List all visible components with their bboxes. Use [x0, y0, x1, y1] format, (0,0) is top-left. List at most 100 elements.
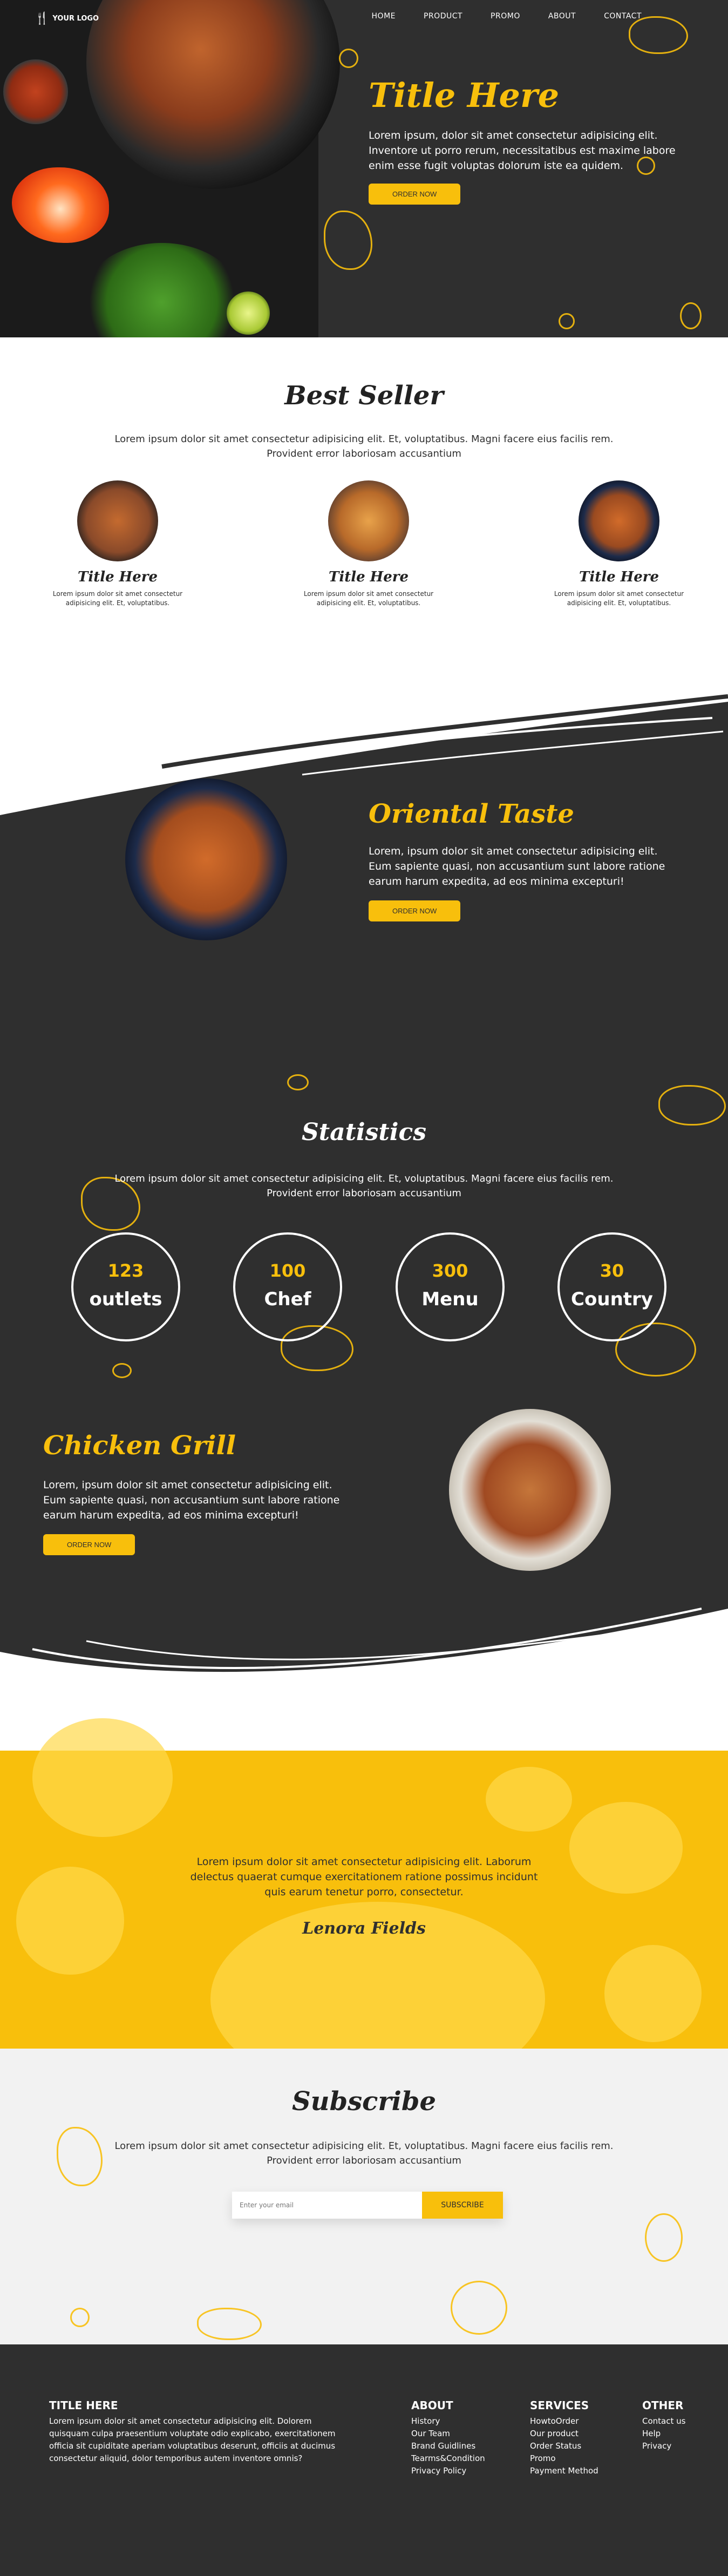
nav-promo[interactable]: PROMO: [491, 12, 520, 21]
chicken-grill-image: [449, 1409, 611, 1571]
footer-column-title: SERVICES: [530, 2399, 589, 2412]
footer-about-text: Lorem ipsum dolor sit amet consectetur a…: [49, 2416, 336, 2463]
stat-value: 100: [269, 1260, 306, 1281]
subscribe-button[interactable]: SUBSCRIBE: [422, 2192, 503, 2219]
onion-doodle-icon: [680, 302, 702, 329]
nav-contact[interactable]: CONTACT: [604, 12, 642, 21]
product-title: Title Here: [328, 569, 409, 585]
footer-link[interactable]: Brand Guidlines: [411, 2440, 485, 2452]
hero-food-image: [0, 0, 340, 337]
wok-noodles-image: [86, 0, 340, 189]
onion-doodle-icon: [645, 2213, 683, 2262]
best-seller-subtitle: Lorem ipsum dolor sit amet consectetur a…: [114, 433, 614, 459]
footer-column-services: SERVICES HowtoOrder Our product Order St…: [530, 2399, 598, 2477]
footer-column-other: OTHER Contact us Help Privacy: [642, 2399, 685, 2452]
stat-value: 123: [107, 1260, 144, 1281]
testimonial-text: Lorem ipsum dolor sit amet consectetur a…: [190, 1856, 538, 1898]
spice-bowl-image: [3, 59, 68, 124]
logo[interactable]: 🍴 YOUR LOGO: [35, 12, 99, 25]
food-decoration: [569, 1802, 683, 1894]
product-text: Lorem ipsum dolor sit amet consectetur a…: [52, 590, 183, 607]
oriental-description: Lorem, ipsum dolor sit amet consectetur …: [369, 845, 665, 887]
footer-link[interactable]: Privacy: [642, 2440, 685, 2452]
product-text: Lorem ipsum dolor sit amet consectetur a…: [303, 590, 434, 607]
email-input[interactable]: [232, 2192, 422, 2219]
footer-link[interactable]: Payment Method: [530, 2465, 598, 2477]
doodle-icon: [559, 313, 575, 329]
food-decoration: [486, 1767, 572, 1832]
food-decoration: [604, 1945, 702, 2042]
subscribe-subtitle: Lorem ipsum dolor sit amet consectetur a…: [114, 2140, 614, 2166]
stat-label: Menu: [421, 1289, 479, 1310]
herbs-image: [81, 243, 243, 337]
testimonial-section: [0, 1718, 728, 2096]
page: 🍴 YOUR LOGO HOME PRODUCT PROMO ABOUT CON…: [0, 0, 728, 2576]
best-seller-title: Best Seller: [284, 381, 444, 411]
oriental-dish-image: [125, 778, 287, 940]
chicken-order-button[interactable]: ORDER NOW: [43, 1534, 135, 1555]
stat-chef: 100 Chef: [233, 1232, 342, 1341]
footer-column-title: ABOUT: [411, 2399, 453, 2412]
hero-order-button[interactable]: ORDER NOW: [369, 184, 461, 205]
footer-column-title: OTHER: [642, 2399, 684, 2412]
best-seller-section: Best Seller Lorem ipsum dolor sit amet c…: [0, 337, 728, 726]
pepper-doodle-icon: [629, 16, 688, 54]
main-nav: HOME PRODUCT PROMO ABOUT CONTACT: [372, 12, 642, 21]
chicken-description: Lorem, ipsum dolor sit amet consectetur …: [43, 1479, 340, 1521]
brush-stroke-top: [0, 680, 728, 815]
subscribe-title: Subscribe: [292, 2086, 436, 2117]
product-title: Title Here: [77, 569, 158, 585]
nav-home[interactable]: HOME: [372, 12, 396, 21]
product-image: [328, 480, 409, 561]
hero-title: Title Here: [369, 76, 560, 115]
chicken-title: Chicken Grill: [43, 1431, 236, 1461]
nav-product[interactable]: PRODUCT: [424, 12, 462, 21]
doodle-icon: [339, 49, 358, 68]
footer-link[interactable]: History: [411, 2415, 485, 2428]
lime-image: [227, 292, 270, 335]
stat-value: 300: [432, 1260, 468, 1281]
product-card[interactable]: Title Here Lorem ipsum dolor sit amet co…: [549, 480, 689, 608]
bell-pepper-image: [12, 167, 109, 243]
nav-about[interactable]: ABOUT: [548, 12, 576, 21]
doodle-icon: [287, 1074, 309, 1090]
stat-label: Chef: [264, 1289, 311, 1310]
logo-text: YOUR LOGO: [52, 15, 99, 23]
product-image: [579, 480, 659, 561]
footer-link[interactable]: Help: [642, 2428, 685, 2440]
stat-label: outlets: [89, 1289, 162, 1310]
footer-about-title: TITLE HERE: [49, 2399, 118, 2412]
stat-outlets: 123 outlets: [71, 1232, 180, 1341]
footer-link[interactable]: Our Team: [411, 2428, 485, 2440]
statistics-title: Statistics: [301, 1118, 427, 1146]
oriental-title: Oriental Taste: [369, 799, 574, 829]
utensils-icon: 🍴: [35, 12, 50, 25]
testimonial-name: Lenora Fields: [302, 1919, 426, 1938]
pepper-doodle-icon: [197, 2308, 262, 2340]
footer-about: TITLE HERE Lorem ipsum dolor sit amet co…: [49, 2399, 351, 2465]
hero-section: 🍴 YOUR LOGO HOME PRODUCT PROMO ABOUT CON…: [0, 0, 728, 337]
oriental-order-button[interactable]: ORDER NOW: [369, 900, 461, 921]
doodle-icon: [637, 157, 655, 175]
product-title: Title Here: [579, 569, 659, 585]
stat-menu: 300 Menu: [396, 1232, 505, 1341]
pizza-doodle-icon: [451, 2281, 507, 2335]
product-card[interactable]: Title Here Lorem ipsum dolor sit amet co…: [47, 480, 188, 608]
product-image: [77, 480, 158, 561]
product-text: Lorem ipsum dolor sit amet consectetur a…: [554, 590, 684, 607]
doodle-icon: [112, 1363, 132, 1378]
stat-label: Country: [571, 1289, 653, 1310]
footer-link[interactable]: Contact us: [642, 2415, 685, 2428]
food-decoration: [32, 1718, 173, 1837]
product-card[interactable]: Title Here Lorem ipsum dolor sit amet co…: [298, 480, 439, 608]
footer-link[interactable]: Order Status: [530, 2440, 598, 2452]
doodle-icon: [70, 2308, 90, 2327]
footer-link[interactable]: HowtoOrder: [530, 2415, 598, 2428]
footer-link[interactable]: Our product: [530, 2428, 598, 2440]
stat-country: 30 Country: [557, 1232, 666, 1341]
footer-link[interactable]: Promo: [530, 2452, 598, 2465]
statistics-subtitle: Lorem ipsum dolor sit amet consectetur a…: [114, 1173, 614, 1199]
footer-link[interactable]: Tearms&Condition: [411, 2452, 485, 2465]
footer-column-about: ABOUT History Our Team Brand Guidlines T…: [411, 2399, 485, 2477]
footer-link[interactable]: Privacy Policy: [411, 2465, 485, 2477]
